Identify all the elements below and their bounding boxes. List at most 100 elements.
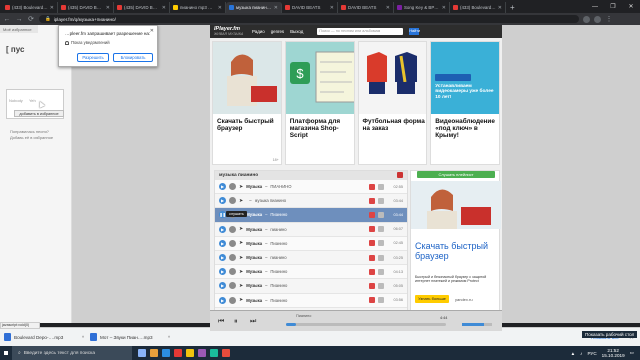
profile-avatar[interactable] — [594, 15, 601, 23]
track-row[interactable]: ▶ ➤ Музыка – Пианино 04:13 — [215, 265, 407, 280]
site-search-input[interactable]: Поиск — по песням или альбомам — [317, 28, 404, 35]
add-icon[interactable] — [229, 282, 236, 290]
download-all-icon[interactable] — [397, 172, 403, 178]
track-row[interactable]: ▶ ➤ – музыка пианино 03:44 — [215, 194, 407, 209]
close-window-icon[interactable]: ✕ — [622, 0, 640, 13]
share-icon[interactable]: ➤ — [239, 184, 243, 190]
app-icon[interactable] — [210, 349, 218, 357]
add-icon[interactable] — [229, 183, 236, 191]
browser-tab[interactable]: (435) DAVID BEATS - YouTube✕ — [58, 2, 114, 13]
browser-tab[interactable]: музыка пианино скачать б…✕ — [226, 2, 282, 13]
progress-bar[interactable] — [286, 323, 446, 326]
track-row[interactable]: ▶ ➤ Музыка – Пианино 03:56 — [215, 293, 407, 308]
file-explorer-icon[interactable] — [150, 349, 158, 357]
volume-slider[interactable] — [462, 323, 492, 326]
nav-genres[interactable]: genres — [271, 29, 284, 34]
reload-icon[interactable]: ⟳ — [27, 15, 35, 23]
browser-tab[interactable]: DAVID BEATS ✕ — [282, 2, 338, 13]
lyrics-icon[interactable] — [378, 282, 384, 289]
task-view-icon[interactable] — [138, 349, 146, 357]
forward-icon[interactable]: → — [15, 16, 23, 23]
clock[interactable]: 21:52 15.10.2019 — [602, 348, 625, 358]
share-icon[interactable]: ➤ — [239, 226, 243, 232]
nav-radio[interactable]: Радио — [252, 29, 265, 34]
share-icon[interactable]: ➤ — [239, 269, 243, 275]
add-icon[interactable] — [229, 225, 236, 233]
play-icon[interactable]: ▶ — [219, 183, 226, 191]
play-icon[interactable]: ▶ — [219, 268, 226, 276]
ad-shop-script[interactable]: $ Платформа для магазина Shop-Script — [284, 41, 355, 165]
ad-browser[interactable]: Скачать быстрый браузер 18+ — [212, 41, 282, 165]
notifications-icon[interactable]: ▭ — [630, 350, 634, 356]
browser-tab[interactable]: Song Key & BPM Finder | Tunebat✕ — [394, 2, 450, 13]
share-icon[interactable]: ➤ — [239, 255, 243, 261]
play-icon[interactable]: ▶ — [219, 225, 226, 233]
app-icon[interactable] — [198, 349, 206, 357]
ad-football-kits[interactable]: Футбольная форма на заказ — [357, 41, 428, 165]
browser-tab[interactable]: пианино mp3 — Яндекс: нашлось✕ — [170, 2, 226, 13]
lyrics-icon[interactable] — [378, 183, 384, 190]
browser-tab[interactable]: (435) DAVID BEATS✕ — [114, 2, 170, 13]
download-icon[interactable] — [369, 282, 375, 289]
track-row[interactable]: ▶ ➤ Музыка – пианино 03:25 — [215, 250, 407, 266]
add-icon[interactable] — [229, 254, 236, 262]
chrome-icon[interactable] — [186, 349, 194, 357]
share-icon[interactable]: ➤ — [239, 198, 243, 204]
next-icon[interactable]: ⏭ — [250, 318, 256, 326]
pause-icon[interactable]: ⏸ — [234, 318, 238, 326]
new-tab-icon[interactable]: + — [506, 2, 519, 13]
download-icon[interactable] — [369, 240, 375, 247]
minimize-icon[interactable]: — — [586, 0, 604, 13]
yandex-link[interactable]: yandex.ru — [455, 297, 473, 302]
download-item[interactable]: Boulevard Depo-….mp3 ^ — [4, 330, 84, 344]
add-to-favorites-button[interactable]: добавить в избранное — [14, 110, 64, 117]
maximize-icon[interactable]: ❐ — [604, 0, 622, 13]
add-icon[interactable] — [229, 239, 236, 247]
share-icon[interactable]: ➤ — [239, 297, 243, 303]
prev-icon[interactable]: ⏮ — [218, 318, 224, 326]
track-row[interactable]: ▶ ➤ Музыка – ПИАНИНО 02:55 — [215, 180, 407, 195]
lyrics-icon[interactable] — [378, 211, 384, 218]
listen-playlist-button[interactable]: Слушать плейлист — [417, 171, 495, 178]
close-icon[interactable]: ✕ — [150, 28, 154, 34]
download-icon[interactable] — [369, 211, 375, 218]
chevron-up-icon[interactable]: ^ — [82, 335, 84, 340]
edge-icon[interactable] — [162, 349, 170, 357]
site-logo[interactable]: IPlayer.fm ЖИВАЯ МУЗЫКА — [214, 26, 246, 37]
browser-tab[interactable]: (433) Boulevard Depo — DRUF✕ — [2, 2, 58, 13]
download-icon[interactable] — [369, 197, 375, 204]
side-ad-title[interactable]: Скачать быстрый браузер — [415, 241, 499, 261]
close-tab-icon[interactable]: ✕ — [386, 5, 390, 11]
taskbar-search[interactable]: ⌕ Введите здесь текст для поиска — [12, 346, 132, 360]
lyrics-icon[interactable] — [378, 226, 384, 233]
track-row[interactable]: ▶ ➤ Музыка – Пианино 05:05 — [215, 279, 407, 294]
lyrics-icon[interactable] — [378, 254, 384, 261]
address-bar[interactable]: 🔒 iplayer.fm/q/музыка+пианино/ — [39, 15, 579, 23]
learn-more-button[interactable]: Узнать больше — [415, 295, 449, 303]
play-icon[interactable]: ▶ — [219, 197, 226, 205]
play-icon[interactable]: ▶ — [219, 296, 226, 304]
close-tab-icon[interactable]: ✕ — [442, 5, 446, 11]
download-icon[interactable] — [369, 226, 375, 233]
browser-tab[interactable]: (433) Boulevard Depo✕ — [450, 2, 506, 13]
close-tab-icon[interactable]: ✕ — [162, 5, 166, 11]
ad-video-surveillance[interactable]: Устанавливаем видеокамеры уже более 10 л… — [430, 41, 500, 165]
chevron-up-icon[interactable]: ^ — [168, 335, 170, 340]
close-tab-icon[interactable]: ✕ — [498, 5, 502, 11]
play-icon[interactable]: ▶ — [219, 254, 226, 262]
close-tab-icon[interactable]: ✕ — [106, 5, 110, 11]
lyrics-icon[interactable] — [378, 197, 384, 204]
close-tab-icon[interactable]: ✕ — [274, 5, 278, 11]
block-button[interactable]: Блокировать — [113, 53, 153, 62]
play-icon[interactable]: ▶ — [219, 239, 226, 247]
add-icon[interactable] — [229, 197, 236, 205]
browser-tab[interactable]: DAVID BEATS ✕ — [338, 2, 394, 13]
favorites-tab[interactable]: Моё избранное — [0, 25, 38, 33]
back-icon[interactable]: ← — [3, 16, 11, 23]
pause-icon[interactable]: ❚❚ — [219, 211, 226, 219]
language-indicator[interactable]: РУС — [587, 351, 596, 356]
volume-icon[interactable]: ♪ — [580, 351, 582, 356]
download-icon[interactable] — [369, 254, 375, 261]
download-icon[interactable] — [369, 268, 375, 275]
share-icon[interactable]: ➤ — [239, 240, 243, 246]
